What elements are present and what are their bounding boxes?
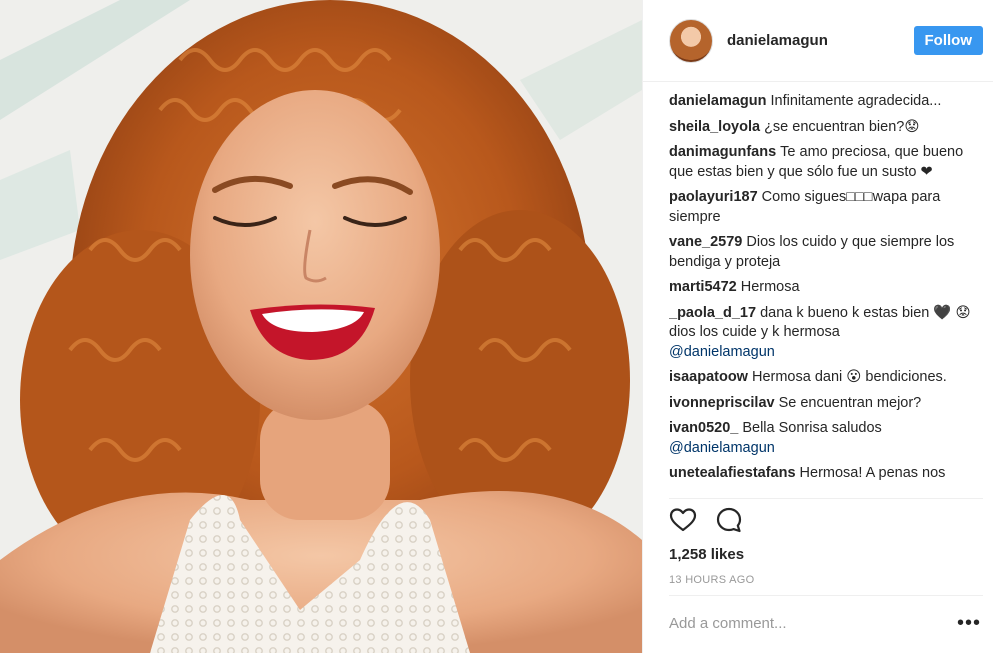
comment-item: _paola_d_17 dana k bueno k estas bien 🖤 😟… <box>669 304 979 363</box>
likes-count[interactable]: 1,258 likes <box>669 546 744 563</box>
post-header: danielamagun Follow <box>643 0 993 82</box>
post-photo-image <box>0 0 642 653</box>
comment-item: ivonnepriscilav Se encuentran mejor? <box>669 394 979 414</box>
comment-item: danimagunfans Te amo preciosa, que bueno … <box>669 143 979 182</box>
comment-list[interactable]: danielamagun Infinitamente agradecida... … <box>669 92 979 498</box>
comment-item: ivan0520_ Bella Sonrisa saludos @danielam… <box>669 419 979 458</box>
follow-button[interactable]: Follow <box>913 26 983 55</box>
comment-username[interactable]: vane_2579 <box>669 234 742 250</box>
comment-username[interactable]: ivan0520_ <box>669 420 738 436</box>
comment-mention-link[interactable]: @danielamagun <box>669 344 775 360</box>
comment-item: unetealafiestafans Hermosa! A penas nos <box>669 464 979 484</box>
header-username[interactable]: danielamagun <box>727 32 914 49</box>
comment-mention-link[interactable]: @danielamagun <box>669 440 775 456</box>
comment-username[interactable]: _paola_d_17 <box>669 305 756 321</box>
comment-text: Se encuentran mejor? <box>778 394 922 411</box>
divider <box>669 498 983 499</box>
comment-item: marti5472 Hermosa <box>669 278 979 298</box>
comment-username[interactable]: sheila_loyola <box>669 119 760 135</box>
post-sidebar: danielamagun Follow danielamagun Infinita… <box>642 0 993 653</box>
comment-username[interactable]: isaapatoow <box>669 369 748 385</box>
comment-item: sheila_loyola ¿se encuentran bien?😟 <box>669 118 979 138</box>
comment-item: danielamagun Infinitamente agradecida... <box>669 92 979 112</box>
more-options-icon[interactable]: ••• <box>957 613 981 633</box>
comment-text: Hermosa! A penas nos <box>799 465 946 481</box>
heart-icon[interactable] <box>669 506 697 534</box>
divider <box>669 595 983 596</box>
speech-bubble-icon[interactable] <box>715 506 743 534</box>
avatar[interactable] <box>669 18 713 63</box>
comment-username[interactable]: danimagunfans <box>669 144 776 160</box>
post-timestamp[interactable]: 13 HOURS AGO <box>669 574 755 586</box>
comment-text: ¿se encuentran bien?😟 <box>764 118 920 135</box>
comment-username[interactable]: ivonnepriscilav <box>669 395 775 411</box>
add-comment-input[interactable] <box>669 609 949 638</box>
comment-text: Bella Sonrisa saludos <box>742 420 882 436</box>
action-bar <box>669 506 743 534</box>
comment-fade <box>669 484 979 498</box>
comment-username[interactable]: unetealafiestafans <box>669 465 796 481</box>
post-photo[interactable] <box>0 0 642 653</box>
comment-text: Infinitamente agradecida... <box>770 93 942 109</box>
comment-text: Hermosa <box>740 279 800 295</box>
comment-text: Hermosa dani 😮 bendiciones. <box>751 369 947 385</box>
comment-username[interactable]: marti5472 <box>669 279 737 295</box>
comment-username[interactable]: paolayuri187 <box>669 189 758 205</box>
comment-username[interactable]: danielamagun <box>669 93 767 109</box>
comment-item: paolayuri187 Como sigues□□□wapa para siem… <box>669 188 979 227</box>
comment-item: vane_2579 Dios los cuido y que siempre lo… <box>669 233 979 272</box>
comment-item: isaapatoow Hermosa dani 😮 bendiciones. <box>669 368 979 388</box>
